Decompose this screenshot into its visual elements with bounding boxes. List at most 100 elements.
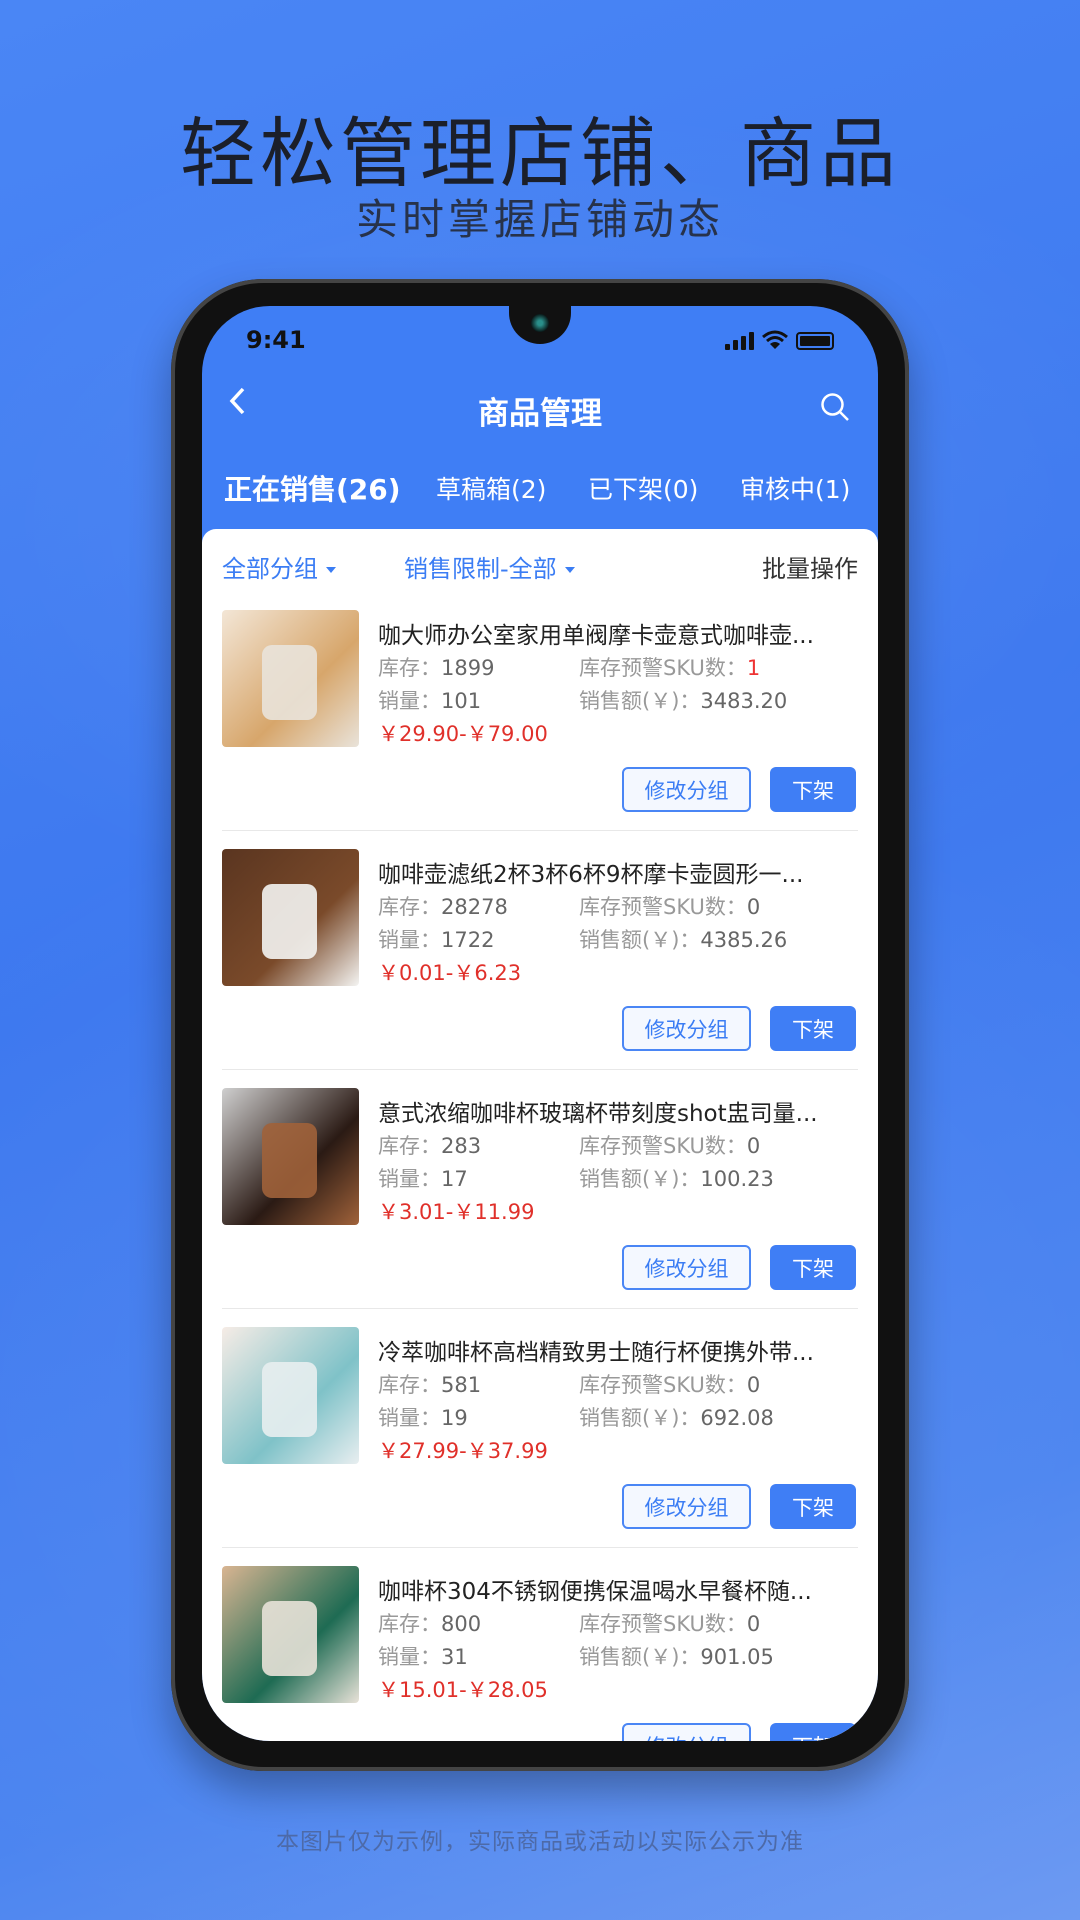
amount-stat: 销售额(￥)：901.05: [579, 1641, 774, 1671]
group-filter-label: 全部分组: [222, 555, 318, 583]
caret-down-icon: [326, 567, 336, 573]
stock-stat: 库存：28278: [378, 891, 508, 921]
battery-icon: [796, 332, 834, 350]
stock-label: 库存：: [378, 895, 441, 919]
tab-bar: 正在销售(26) 草稿箱(2) 已下架(0) 审核中(1): [202, 470, 878, 510]
caret-down-icon: [564, 567, 575, 573]
warn-label: 库存预警SKU数：: [579, 656, 747, 680]
change-group-button[interactable]: 修改分组: [622, 1245, 751, 1290]
stock-value: 283: [441, 1134, 482, 1158]
divider: [222, 1308, 858, 1309]
status-time: 9:41: [246, 326, 306, 354]
delist-button[interactable]: 下架: [770, 767, 856, 812]
stock-value: 1899: [441, 656, 495, 680]
product-thumbnail[interactable]: [222, 1327, 359, 1464]
product-title: 咖啡壶滤纸2杯3杯6杯9杯摩卡壶圆形一...: [378, 862, 804, 888]
stock-label: 库存：: [378, 1134, 441, 1158]
product-title: 咖大师办公室家用单阀摩卡壶意式咖啡壶...: [378, 623, 814, 649]
promo-subline: 实时掌握店铺动态: [355, 195, 724, 244]
stock-label: 库存：: [378, 1373, 441, 1397]
warn-sku-stat: 库存预警SKU数：0: [579, 1130, 760, 1160]
product-panel: 全部分组 销售限制-全部 批量操作 咖大师办公室家用单阀摩卡壶意式咖啡壶... …: [202, 529, 878, 1741]
stock-value: 800: [441, 1612, 482, 1636]
amount-label: 销售额(￥)：: [579, 1645, 701, 1669]
change-group-button[interactable]: 修改分组: [622, 767, 751, 812]
warn-label: 库存预警SKU数：: [579, 1373, 747, 1397]
amount-stat: 销售额(￥)：3483.20: [579, 685, 787, 715]
price-range: ￥0.01-￥6.23: [378, 961, 522, 985]
amount-stat: 销售额(￥)：100.23: [579, 1163, 774, 1193]
tab-drafts[interactable]: 草稿箱(2): [436, 470, 546, 506]
price-range: ￥29.90-￥79.00: [378, 722, 548, 746]
product-list-item[interactable]: 冷萃咖啡杯高档精致男士随行杯便携外带... 库存：581 库存预警SKU数：0 …: [202, 1327, 878, 1566]
sales-label: 销量：: [378, 1167, 441, 1191]
sales-limit-dropdown[interactable]: 销售限制-全部: [404, 549, 575, 584]
product-image-shape: [262, 1601, 317, 1676]
product-image-shape: [262, 645, 317, 720]
divider: [222, 1547, 858, 1548]
warn-sku-stat: 库存预警SKU数：0: [579, 891, 760, 921]
sales-stat: 销量：19: [378, 1402, 468, 1432]
stock-stat: 库存：581: [378, 1369, 481, 1399]
change-group-button[interactable]: 修改分组: [622, 1006, 751, 1051]
group-filter-dropdown[interactable]: 全部分组: [222, 549, 336, 584]
delist-button[interactable]: 下架: [770, 1723, 856, 1741]
delist-button[interactable]: 下架: [770, 1484, 856, 1529]
camera-icon: [531, 314, 549, 332]
sales-label: 销量：: [378, 689, 441, 713]
sales-stat: 销量：1722: [378, 924, 494, 954]
stock-stat: 库存：283: [378, 1130, 481, 1160]
signal-icon: [725, 332, 754, 350]
sales-label: 销量：: [378, 1645, 441, 1669]
batch-operation-button[interactable]: 批量操作: [762, 549, 858, 584]
warn-label: 库存预警SKU数：: [579, 1612, 747, 1636]
divider: [222, 830, 858, 831]
warn-sku-stat: 库存预警SKU数：0: [579, 1369, 760, 1399]
product-image-shape: [262, 1362, 317, 1437]
product-thumbnail[interactable]: [222, 1566, 359, 1703]
price-range: ￥3.01-￥11.99: [378, 1200, 535, 1224]
product-thumbnail[interactable]: [222, 610, 359, 747]
tab-delisted[interactable]: 已下架(0): [588, 470, 698, 506]
product-thumbnail[interactable]: [222, 849, 359, 986]
warn-value: 0: [746, 1373, 761, 1397]
amount-label: 销售额(￥)：: [579, 928, 701, 952]
warn-label: 库存预警SKU数：: [579, 1134, 747, 1158]
phone-screen: 9:41 商品管理 正在销售(26) 草稿箱(2) 已下架(0) 审核中(1) …: [202, 306, 878, 1741]
sales-value: 101: [441, 689, 482, 713]
camera-notch: [509, 306, 571, 344]
change-group-button[interactable]: 修改分组: [622, 1484, 751, 1529]
amount-label: 销售额(￥)：: [579, 689, 701, 713]
warn-value: 0: [746, 1134, 761, 1158]
warn-value: 0: [746, 1612, 761, 1636]
search-icon[interactable]: [820, 392, 850, 422]
product-image-shape: [262, 884, 317, 959]
tab-reviewing[interactable]: 审核中(1): [740, 470, 850, 506]
product-list-item[interactable]: 咖啡壶滤纸2杯3杯6杯9杯摩卡壶圆形一... 库存：28278 库存预警SKU数…: [202, 849, 878, 1088]
amount-value: 901.05: [700, 1645, 774, 1669]
product-title: 意式浓缩咖啡杯玻璃杯带刻度shot盅司量...: [378, 1101, 818, 1127]
change-group-button[interactable]: 修改分组: [622, 1723, 751, 1741]
sales-value: 19: [441, 1406, 468, 1430]
amount-value: 692.08: [700, 1406, 774, 1430]
sales-value: 17: [441, 1167, 468, 1191]
stock-stat: 库存：800: [378, 1608, 481, 1638]
stock-value: 581: [441, 1373, 482, 1397]
amount-stat: 销售额(￥)：692.08: [579, 1402, 774, 1432]
product-thumbnail[interactable]: [222, 1088, 359, 1225]
product-list-item[interactable]: 咖大师办公室家用单阀摩卡壶意式咖啡壶... 库存：1899 库存预警SKU数： 1…: [202, 610, 878, 849]
product-list-item[interactable]: 意式浓缩咖啡杯玻璃杯带刻度shot盅司量... 库存：283 库存预警SKU数：…: [202, 1088, 878, 1327]
wifi-icon: [762, 330, 788, 349]
product-list-item[interactable]: 咖啡杯304不锈钢便携保温喝水早餐杯随... 库存：800 库存预警SKU数：0…: [202, 1566, 878, 1741]
sales-label: 销量：: [378, 928, 441, 952]
sales-stat: 销量：17: [378, 1163, 468, 1193]
price-range: ￥27.99-￥37.99: [378, 1439, 548, 1463]
amount-stat: 销售额(￥)：4385.26: [579, 924, 787, 954]
sales-value: 1722: [441, 928, 495, 952]
delist-button[interactable]: 下架: [770, 1245, 856, 1290]
delist-button[interactable]: 下架: [770, 1006, 856, 1051]
tab-on-sale[interactable]: 正在销售(26): [224, 468, 401, 508]
stock-stat: 库存：1899: [378, 652, 494, 682]
amount-value: 3483.20: [700, 689, 788, 713]
warn-value: 0: [746, 895, 761, 919]
